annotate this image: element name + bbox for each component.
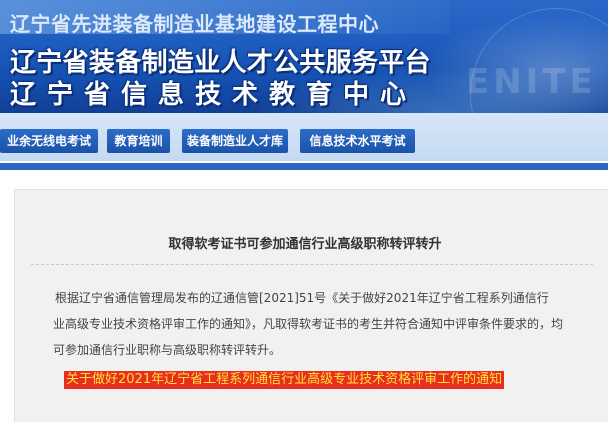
banner-title-line-2: 辽宁省信息技术教育中心: [10, 80, 418, 110]
article-paragraph-line: 可参加通信行业职称与高级职称转评转升。: [53, 343, 282, 357]
article-paragraph-line: 根据辽宁省通信管理局发布的辽通信管[2021]51号《关于做好2021年辽宁省工…: [55, 291, 549, 305]
banner-watermark: ENITE: [466, 62, 597, 102]
main-nav: 业余无线电考试 教育培训 装备制造业人才库 信息技术水平考试: [0, 113, 608, 161]
article-title: 取得软考证书可参加通信行业高级职称转评转升: [168, 237, 442, 252]
content-gap: [0, 170, 608, 189]
article-paragraph-line: 业高级专业技术资格评审工作的通知》，凡取得软考证书的考生并符合通知中评审条件要求…: [53, 317, 564, 331]
nav-item-it-level-exam[interactable]: 信息技术水平考试: [300, 129, 415, 153]
title-divider: [31, 264, 593, 265]
article-panel: 取得软考证书可参加通信行业高级职称转评转升 根据辽宁省通信管理局发布的辽通信管[…: [14, 189, 608, 422]
nav-item-talent-pool[interactable]: 装备制造业人才库: [182, 129, 288, 153]
notice-link[interactable]: 关于做好2021年辽宁省工程系列通信行业高级专业技术资格评审工作的通知: [64, 371, 505, 389]
nav-item-education-training[interactable]: 教育培训: [107, 129, 170, 153]
banner-top-title: 辽宁省先进装备制造业基地建设工程中心: [10, 12, 379, 36]
nav-item-amateur-radio-exam[interactable]: 业余无线电考试: [0, 129, 98, 153]
header-divider: [0, 163, 608, 170]
header-banner: ENITE 辽宁省先进装备制造业基地建设工程中心 辽宁省装备制造业人才公共服务平…: [0, 0, 608, 113]
